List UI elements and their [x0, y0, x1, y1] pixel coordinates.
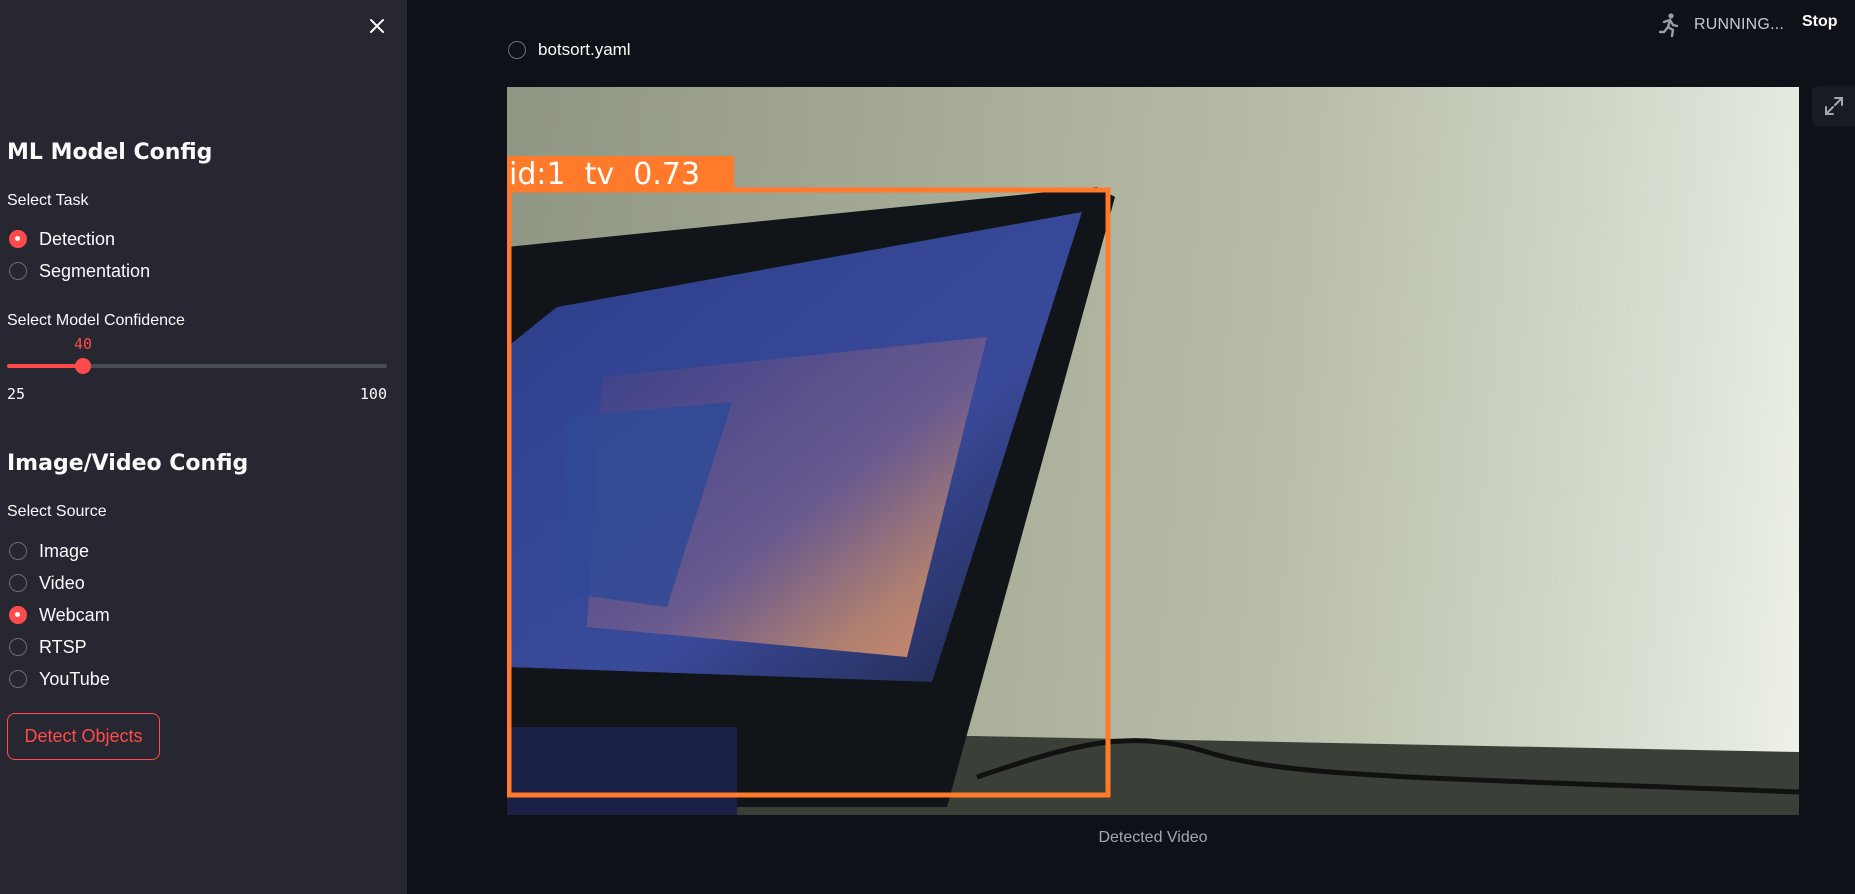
- source-option-label: Video: [39, 572, 85, 593]
- stop-button[interactable]: Stop: [1802, 13, 1838, 31]
- source-option-label: Webcam: [39, 604, 110, 625]
- confidence-slider-fill: [7, 364, 83, 368]
- detect-objects-button[interactable]: Detect Objects: [7, 713, 160, 760]
- confidence-slider-min: 25: [7, 385, 26, 403]
- detected-video-frame: id:1 tv 0.73: [507, 87, 1799, 815]
- radio-button[interactable]: [9, 638, 27, 656]
- confidence-slider-max: 100: [359, 385, 387, 403]
- radio-button[interactable]: [9, 574, 27, 592]
- source-option-label: Image: [39, 540, 90, 561]
- confidence-slider[interactable]: [7, 358, 387, 374]
- confidence-slider-thumb[interactable]: [75, 358, 91, 374]
- close-sidebar-button[interactable]: [363, 12, 391, 40]
- source-option-webcam[interactable]: Webcam: [9, 603, 110, 627]
- close-icon: [370, 19, 384, 33]
- video-caption: Detected Video: [1098, 829, 1208, 846]
- video-frame-graphic: id:1 tv 0.73: [507, 156, 1799, 815]
- task-option-detection[interactable]: Detection: [9, 227, 115, 251]
- source-option-image[interactable]: Image: [9, 539, 89, 563]
- sidebar: ML Model Config Select Task Detection Se…: [0, 0, 407, 894]
- confidence-slider-value: 40: [73, 335, 93, 353]
- radio-button[interactable]: [9, 670, 27, 688]
- fullscreen-button[interactable]: [1812, 86, 1855, 126]
- radio-button[interactable]: [508, 41, 526, 59]
- detection-label: id:1 tv 0.73: [509, 157, 700, 192]
- fullscreen-icon: [1824, 97, 1843, 115]
- tracker-option-botsort[interactable]: botsort.yaml: [508, 40, 631, 60]
- running-person-icon: [1658, 13, 1679, 38]
- radio-button[interactable]: [9, 606, 27, 624]
- task-option-label: Detection: [39, 228, 116, 249]
- source-option-rtsp[interactable]: RTSP: [9, 635, 87, 659]
- running-status: RUNNING...: [1656, 10, 1784, 40]
- radio-button[interactable]: [9, 230, 27, 248]
- source-option-video[interactable]: Video: [9, 571, 85, 595]
- radio-button[interactable]: [9, 542, 27, 560]
- source-config-title: Image/Video Config: [7, 451, 249, 476]
- keyboard: [507, 727, 737, 815]
- source-option-label: YouTube: [39, 668, 110, 689]
- running-status-text: RUNNING...: [1694, 16, 1784, 33]
- select-task-label: Select Task: [7, 192, 89, 209]
- select-source-label: Select Source: [7, 503, 107, 520]
- task-option-label: Segmentation: [39, 260, 151, 281]
- source-option-label: RTSP: [39, 636, 87, 657]
- tracker-option-label: botsort.yaml: [538, 40, 631, 59]
- source-option-youtube[interactable]: YouTube: [9, 667, 110, 691]
- radio-button[interactable]: [9, 262, 27, 280]
- task-option-segmentation[interactable]: Segmentation: [9, 259, 150, 283]
- model-config-title: ML Model Config: [7, 140, 213, 165]
- select-confidence-label: Select Model Confidence: [7, 312, 185, 329]
